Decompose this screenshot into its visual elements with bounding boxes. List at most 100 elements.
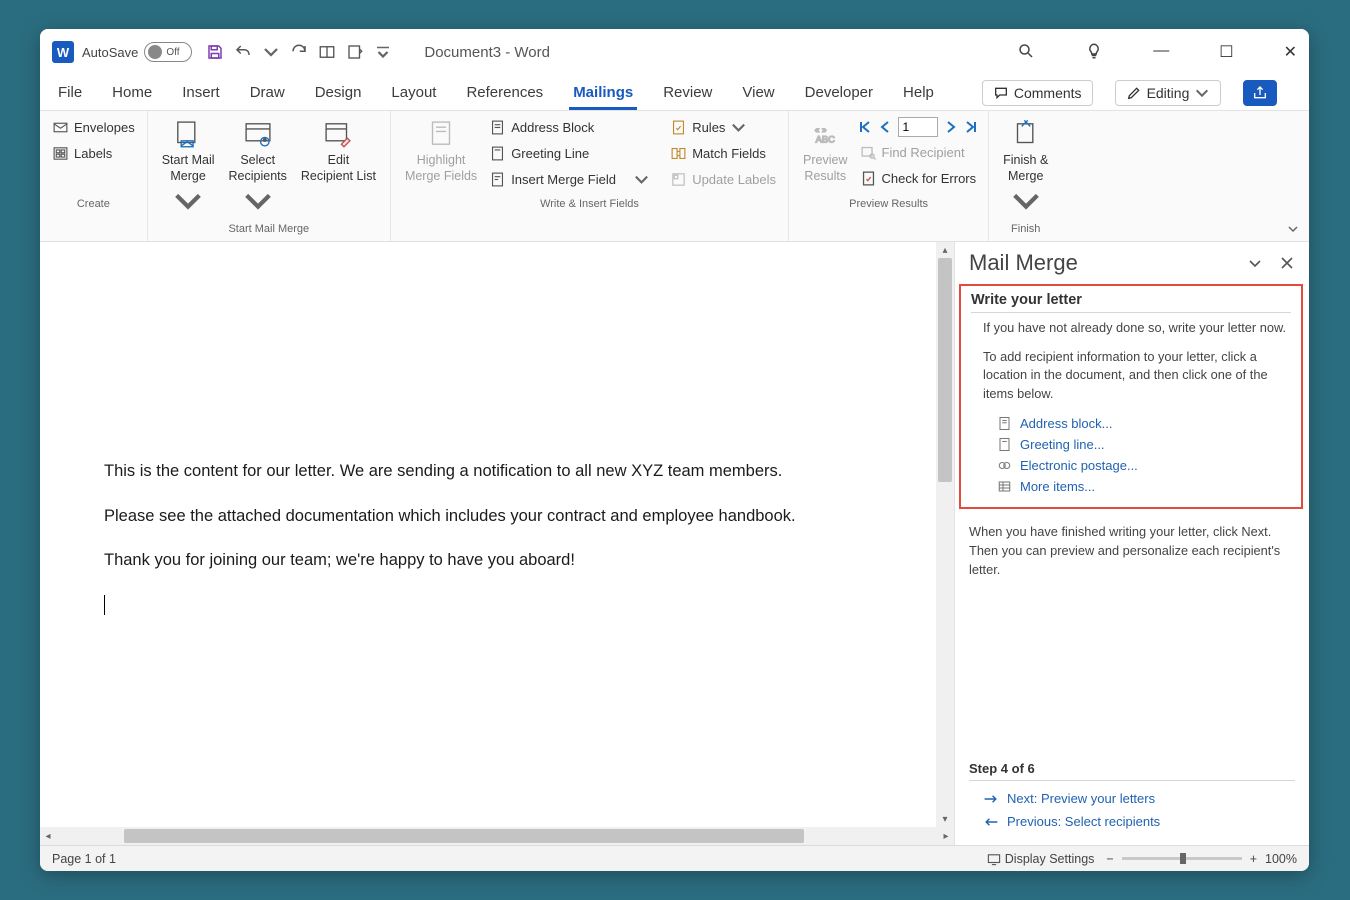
editing-mode-button[interactable]: Editing [1115,80,1222,106]
status-bar: Page 1 of 1 Display Settings − + 100% [40,845,1309,871]
tab-view[interactable]: View [738,78,778,110]
tab-mailings[interactable]: Mailings [569,78,637,110]
address-block-button[interactable]: Address Block [487,117,652,138]
word-icon: W [52,41,74,63]
tab-review[interactable]: Review [659,78,716,110]
tab-draw[interactable]: Draw [246,78,289,110]
paragraph-2: Please see the attached documentation wh… [104,503,872,529]
start-mail-merge-button[interactable]: Start Mail Merge [158,117,219,220]
tab-home[interactable]: Home [108,78,156,110]
vscroll-thumb[interactable] [938,258,952,482]
finish-merge-button[interactable]: Finish & Merge [999,117,1052,220]
horizontal-scrollbar[interactable]: ◂▸ [40,827,954,845]
autosave-label: AutoSave [82,45,138,60]
last-record-icon[interactable] [964,120,978,134]
window-controls: — ☐ ✕ [1017,42,1297,62]
save-icon[interactable] [206,43,224,61]
title-bar: W AutoSave Off Document3 - Word — ☐ ✕ [40,29,1309,75]
content-area: This is the content for our letter. We a… [40,242,1309,845]
pane-header: Mail Merge [955,242,1309,284]
write-letter-section: Write your letter If you have not alread… [959,284,1303,509]
paragraph-3: Thank you for joining our team; we're ha… [104,547,872,573]
zoom-percent[interactable]: 100% [1265,852,1297,866]
quick-access-toolbar [206,43,392,61]
autosave-control[interactable]: AutoSave Off [82,42,192,62]
redo-icon[interactable] [290,43,308,61]
link-greeting-line[interactable]: Greeting line... [971,434,1291,455]
pane-heading: Write your letter [971,292,1291,313]
pane-after-text: When you have finished writing your lett… [955,509,1309,589]
ribbon: Envelopes Labels Create Start Mail Merge… [40,111,1309,242]
share-button[interactable] [1243,80,1277,106]
page-indicator[interactable]: Page 1 of 1 [52,852,116,866]
autosave-toggle[interactable]: Off [144,42,192,62]
pane-title: Mail Merge [969,250,1078,276]
search-icon[interactable] [1017,42,1035,60]
group-startmm-label: Start Mail Merge [158,220,380,239]
group-finish-label: Finish [999,220,1052,239]
preview-results-button[interactable]: « »ABCPreview Results [799,117,851,184]
undo-icon[interactable] [234,43,252,61]
edit-recipient-list-button[interactable]: Edit Recipient List [297,117,380,184]
comments-button[interactable]: Comments [982,80,1093,106]
pane-close-icon[interactable] [1279,255,1295,271]
group-preview-results: « »ABCPreview Results Find Recipient Che… [789,111,989,241]
paragraph-1: This is the content for our letter. We a… [104,458,872,484]
tab-help[interactable]: Help [899,78,938,110]
insert-merge-field-button[interactable]: Insert Merge Field [487,169,652,190]
tab-design[interactable]: Design [311,78,366,110]
document-area[interactable]: This is the content for our letter. We a… [40,242,954,827]
collapse-ribbon-icon[interactable] [1287,223,1299,235]
group-finish: Finish & Merge Finish [989,111,1062,241]
prev-record-icon[interactable] [878,120,892,134]
zoom-slider[interactable] [1122,857,1242,860]
vertical-scrollbar[interactable]: ▴▾ [936,242,954,827]
group-start-mail-merge: Start Mail Merge Select Recipients Edit … [148,111,391,241]
display-settings-button[interactable]: Display Settings [987,852,1095,866]
svg-text:ABC: ABC [816,135,835,145]
undo-dropdown-icon[interactable] [262,43,280,61]
qat-customize-icon[interactable] [374,43,392,61]
tab-layout[interactable]: Layout [387,78,440,110]
record-number-input[interactable] [898,117,938,137]
match-fields-button[interactable]: Match Fields [668,143,778,164]
next-step-link[interactable]: Next: Preview your letters [969,787,1295,810]
qat-item2-icon[interactable] [346,43,364,61]
pane-dropdown-icon[interactable] [1247,255,1263,271]
group-create: Envelopes Labels Create [40,111,148,241]
select-recipients-button[interactable]: Select Recipients [225,117,291,220]
tab-references[interactable]: References [462,78,547,110]
ribbon-tabs: File Home Insert Draw Design Layout Refe… [40,75,1309,111]
link-address-block[interactable]: Address block... [971,413,1291,434]
envelopes-button[interactable]: Envelopes [50,117,137,138]
rules-button[interactable]: Rules [668,117,778,138]
step-navigation: Step 4 of 6 Next: Preview your letters P… [955,757,1309,845]
prev-step-link[interactable]: Previous: Select recipients [969,810,1295,833]
update-labels-button[interactable]: Update Labels [668,169,778,190]
qat-item1-icon[interactable] [318,43,336,61]
greeting-line-button[interactable]: Greeting Line [487,143,652,164]
zoom-in-button[interactable]: + [1250,852,1257,866]
tab-insert[interactable]: Insert [178,78,224,110]
hscroll-thumb[interactable] [124,829,804,843]
next-record-icon[interactable] [944,120,958,134]
tab-file[interactable]: File [54,78,86,110]
link-more-items[interactable]: More items... [971,476,1291,497]
link-electronic-postage[interactable]: Electronic postage... [971,455,1291,476]
zoom-out-button[interactable]: − [1106,852,1113,866]
highlight-merge-fields-button[interactable]: Highlight Merge Fields [401,117,481,184]
minimize-icon[interactable]: — [1153,42,1169,62]
first-record-icon[interactable] [858,120,872,134]
maximize-icon[interactable]: ☐ [1219,42,1233,62]
find-recipient-button[interactable]: Find Recipient [858,142,979,163]
close-icon[interactable]: ✕ [1284,42,1297,62]
labels-button[interactable]: Labels [50,143,137,164]
document-title: Document3 - Word [424,44,550,61]
document-page[interactable]: This is the content for our letter. We a… [40,242,932,827]
group-write-label: Write & Insert Fields [401,195,778,214]
lightbulb-icon[interactable] [1085,42,1103,60]
check-errors-button[interactable]: Check for Errors [858,168,979,189]
step-label: Step 4 of 6 [969,757,1295,781]
tab-developer[interactable]: Developer [801,78,877,110]
svg-text:« »: « » [815,124,827,134]
